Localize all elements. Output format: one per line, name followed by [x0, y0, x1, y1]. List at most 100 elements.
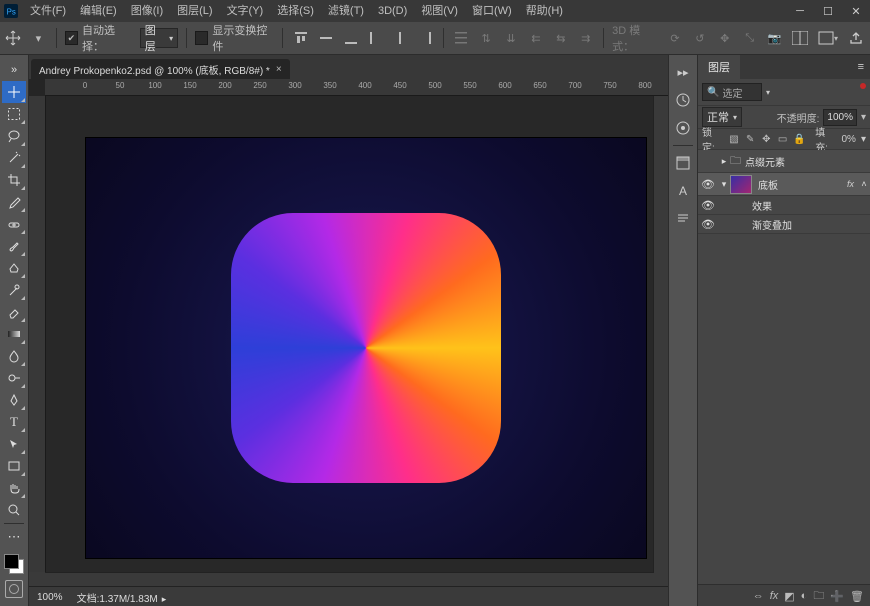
visibility-toggle-icon[interactable]: 👁: [698, 178, 718, 191]
arrange-documents-button[interactable]: [790, 28, 810, 48]
layer-thumbnail[interactable]: [730, 175, 752, 194]
layers-empty-area[interactable]: [698, 234, 870, 584]
auto-select-target-dropdown[interactable]: 图层▾: [140, 28, 178, 48]
menu-select[interactable]: 选择(S): [271, 0, 320, 22]
crop-tool[interactable]: [2, 169, 26, 191]
zoom-tool[interactable]: [2, 499, 26, 521]
3d-camera-button[interactable]: 📷: [765, 28, 784, 48]
menu-view[interactable]: 视图(V): [415, 0, 464, 22]
new-layer-button[interactable]: ➕: [830, 590, 844, 603]
blur-tool[interactable]: [2, 345, 26, 367]
layer-row[interactable]: 👁 ▾ 底板 fx ˄: [698, 173, 870, 196]
filter-toggle-icon[interactable]: [860, 83, 866, 89]
disclosure-triangle-icon[interactable]: ▸: [718, 156, 730, 167]
distribute-h-button[interactable]: ⇆: [551, 28, 570, 48]
layer-effect-item[interactable]: 👁 渐变叠加: [698, 215, 870, 234]
layer-effects-row[interactable]: 👁 效果: [698, 196, 870, 215]
lock-all-icon[interactable]: 🔒: [793, 133, 805, 145]
layers-tab[interactable]: 图层: [698, 55, 740, 79]
collapse-tools-button[interactable]: »: [2, 59, 26, 81]
distribute-bottom-button[interactable]: ⇊: [502, 28, 521, 48]
visibility-toggle-icon[interactable]: 👁: [698, 199, 718, 212]
adjustment-layer-button[interactable]: ◐: [801, 590, 808, 602]
brush-tool[interactable]: [2, 235, 26, 257]
window-minimize-button[interactable]: ─: [786, 0, 814, 22]
history-panel-icon[interactable]: [672, 89, 694, 111]
layer-mask-button[interactable]: ◩: [784, 590, 794, 603]
vertical-scrollbar[interactable]: [653, 96, 668, 572]
zoom-level[interactable]: 100%: [37, 592, 63, 603]
align-right-button[interactable]: [416, 28, 435, 48]
3d-slide-button[interactable]: ⤡: [740, 28, 759, 48]
align-hcenter-button[interactable]: [391, 28, 410, 48]
layer-group-row[interactable]: ▸ 🗀 点缀元素: [698, 150, 870, 173]
link-layers-button[interactable]: ⇔: [753, 590, 764, 602]
edit-toolbar-button[interactable]: ⋯: [2, 526, 26, 548]
align-left-button[interactable]: [366, 28, 385, 48]
chevron-down-icon[interactable]: ▾: [861, 134, 866, 145]
menu-edit[interactable]: 编辑(E): [74, 0, 123, 22]
3d-orbit-button[interactable]: ⟳: [666, 28, 685, 48]
opacity-input[interactable]: 100%: [823, 109, 857, 126]
window-maximize-button[interactable]: ☐: [814, 0, 842, 22]
pen-tool[interactable]: [2, 389, 26, 411]
move-tool[interactable]: [2, 81, 26, 103]
screen-mode-button[interactable]: ▾: [818, 28, 838, 48]
clone-stamp-tool[interactable]: [2, 257, 26, 279]
panel-menu-button[interactable]: ≡: [852, 61, 870, 73]
healing-brush-tool[interactable]: [2, 213, 26, 235]
paragraph-panel-icon[interactable]: [672, 208, 694, 230]
quick-mask-button[interactable]: [5, 580, 23, 598]
color-panel-icon[interactable]: [672, 117, 694, 139]
status-doc-info[interactable]: 文档:1.37M/1.83M▸: [77, 590, 167, 605]
tool-preset-dropdown[interactable]: ▾: [29, 28, 48, 48]
eyedropper-tool[interactable]: [2, 191, 26, 213]
document-tab[interactable]: Andrey Prokopenko2.psd @ 100% (底板, RGB/8…: [31, 59, 290, 79]
new-group-button[interactable]: 🗀: [813, 587, 824, 606]
menu-image[interactable]: 图像(I): [125, 0, 169, 22]
fx-badge[interactable]: fx: [847, 179, 854, 189]
current-tool-icon[interactable]: [4, 28, 23, 48]
marquee-tool[interactable]: [2, 103, 26, 125]
history-brush-tool[interactable]: [2, 279, 26, 301]
layer-filter-dropdown[interactable]: 🔍 选定: [702, 83, 762, 101]
distribute-v-button[interactable]: ⇅: [477, 28, 496, 48]
path-selection-tool[interactable]: [2, 433, 26, 455]
menu-layer[interactable]: 图层(L): [171, 0, 218, 22]
layer-name[interactable]: 点缀元素: [745, 154, 870, 169]
effects-disclosure-icon[interactable]: ˄: [858, 179, 870, 189]
gradient-tool[interactable]: [2, 323, 26, 345]
align-bottom-button[interactable]: [341, 28, 360, 48]
properties-panel-icon[interactable]: [672, 152, 694, 174]
visibility-toggle-icon[interactable]: 👁: [698, 218, 718, 231]
distribute-top-button[interactable]: [452, 28, 471, 48]
color-swatches[interactable]: [4, 554, 24, 574]
align-top-button[interactable]: [291, 28, 310, 48]
fill-input[interactable]: 0%: [842, 134, 856, 145]
chevron-down-icon[interactable]: ▾: [766, 88, 770, 97]
rectangle-tool[interactable]: [2, 455, 26, 477]
menu-3d[interactable]: 3D(D): [372, 0, 413, 22]
eraser-tool[interactable]: [2, 301, 26, 323]
magic-wand-tool[interactable]: [2, 147, 26, 169]
foreground-color-swatch[interactable]: [4, 554, 19, 569]
distribute-left-button[interactable]: ⇇: [526, 28, 545, 48]
3d-pan-button[interactable]: ✥: [715, 28, 734, 48]
menu-type[interactable]: 文字(Y): [221, 0, 270, 22]
lock-pixels-icon[interactable]: ✎: [745, 133, 756, 145]
menu-window[interactable]: 窗口(W): [466, 0, 518, 22]
close-tab-icon[interactable]: ×: [276, 64, 282, 75]
auto-select-checkbox[interactable]: ✔ 自动选择：: [65, 22, 134, 54]
menu-filter[interactable]: 滤镜(T): [322, 0, 370, 22]
menu-help[interactable]: 帮助(H): [520, 0, 569, 22]
type-tool[interactable]: T: [2, 411, 26, 433]
expand-panels-button[interactable]: ▸▸: [672, 61, 694, 83]
chevron-down-icon[interactable]: ▾: [861, 112, 866, 123]
align-vcenter-button[interactable]: [316, 28, 335, 48]
3d-roll-button[interactable]: ↺: [690, 28, 709, 48]
dodge-tool[interactable]: [2, 367, 26, 389]
document-canvas[interactable]: [86, 138, 646, 558]
share-button[interactable]: [846, 28, 866, 48]
lock-artboard-icon[interactable]: ▭: [777, 133, 788, 145]
lasso-tool[interactable]: [2, 125, 26, 147]
